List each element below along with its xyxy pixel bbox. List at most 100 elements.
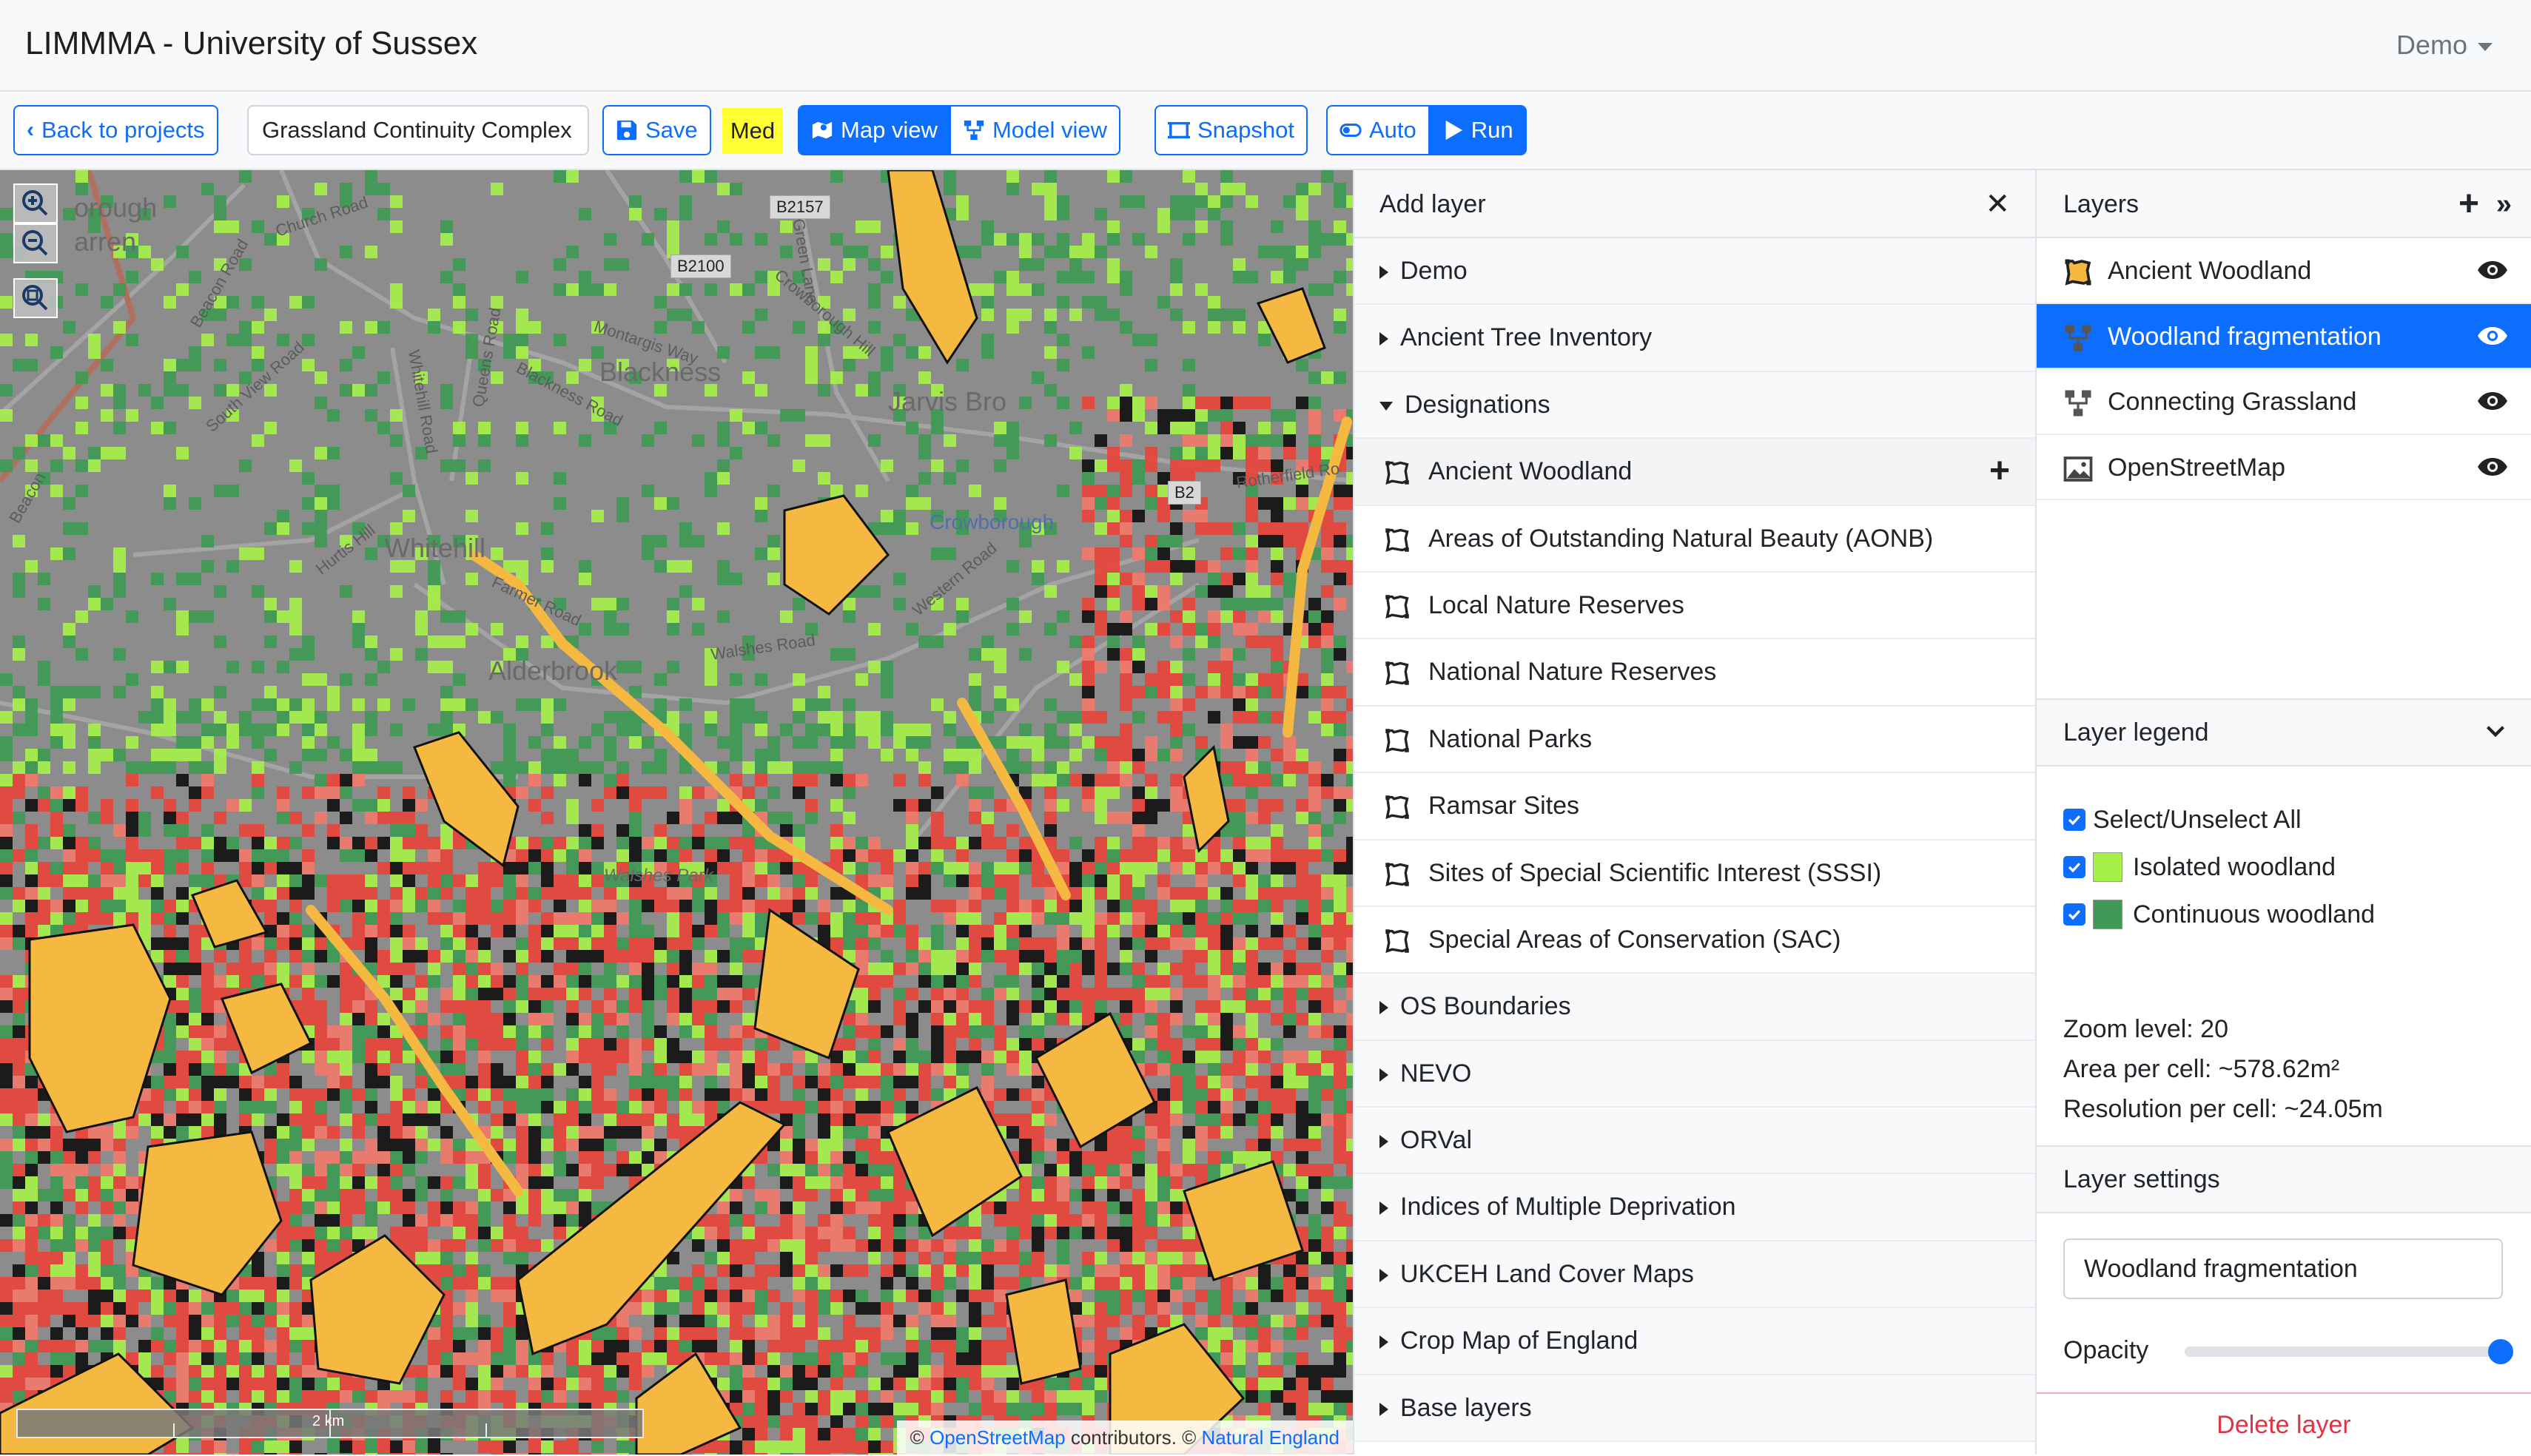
scale-bar: 2 km	[16, 1409, 644, 1438]
layer-group-imd[interactable]: Indices of Multiple Deprivation	[1354, 1174, 2035, 1241]
opacity-slider-track[interactable]	[2185, 1347, 2503, 1357]
model-view-button[interactable]: Model view	[950, 105, 1120, 155]
layer-item-ancient-woodland[interactable]: Ancient Woodland	[2037, 238, 2531, 304]
layer-group-orval[interactable]: ORVal	[1354, 1108, 2035, 1175]
layer-name-input[interactable]	[2063, 1238, 2503, 1299]
group-label: Designations	[1405, 390, 1550, 419]
checkbox-checked-icon[interactable]	[2063, 809, 2085, 831]
designation-item[interactable]: Ramsar Sites	[1354, 773, 2035, 840]
group-label: OS Boundaries	[1400, 992, 1571, 1021]
designation-item[interactable]: Local Nature Reserves	[1354, 572, 2035, 640]
caret-right-icon	[1379, 1001, 1388, 1015]
zoom-in-button[interactable]	[13, 183, 58, 223]
attribution-text: contributors. ©	[1065, 1426, 1202, 1449]
zoom-to-extent-button[interactable]	[13, 278, 58, 318]
legend-item-isolated[interactable]: Isolated woodland	[2063, 843, 2375, 891]
designation-item[interactable]: National Parks	[1354, 706, 2035, 774]
caret-down-icon	[1379, 401, 1393, 411]
designation-item[interactable]: Sites of Special Scientific Interest (SS…	[1354, 840, 2035, 907]
layer-group-crop-map[interactable]: Crop Map of England	[1354, 1308, 2035, 1375]
legend-label: Isolated woodland	[2133, 853, 2336, 881]
map-view-button[interactable]: Map view	[798, 105, 951, 155]
delete-layer-button[interactable]: Delete layer	[2037, 1392, 2531, 1455]
legend-list: Select/Unselect All Isolated woodland Co…	[2063, 796, 2375, 938]
eye-icon[interactable]	[2476, 456, 2509, 478]
place-label: Blackness	[599, 357, 722, 387]
road-number-label: B2	[1168, 481, 1201, 505]
group-label: Crop Map of England	[1400, 1327, 1638, 1355]
designation-item[interactable]: Areas of Outstanding Natural Beauty (AON…	[1354, 505, 2035, 573]
place-label: Walshes Park	[604, 866, 713, 886]
project-toolbar: ‹ Back to projects Save Med Map view Mod…	[0, 92, 2531, 170]
crop-icon	[1168, 121, 1190, 139]
run-group: Auto Run	[1326, 105, 1527, 155]
checkbox-checked-icon[interactable]	[2063, 903, 2085, 926]
add-icon[interactable]: +	[1989, 439, 2010, 504]
map-icon	[812, 121, 833, 139]
layer-group-os-boundaries[interactable]: OS Boundaries	[1354, 974, 2035, 1041]
place-label: Whitehill	[385, 533, 486, 563]
opacity-slider-thumb[interactable]	[2488, 1339, 2513, 1364]
save-button[interactable]: Save	[602, 105, 711, 155]
layer-item-openstreetmap[interactable]: OpenStreetMap	[2037, 435, 2531, 500]
polygon-icon	[1385, 795, 1409, 820]
add-layer-icon[interactable]: +	[2458, 170, 2479, 238]
chevron-left-icon: ‹	[27, 118, 34, 142]
legend-title: Layer legend	[2063, 718, 2209, 746]
layer-item-connecting-grassland[interactable]: Connecting Grassland	[2037, 369, 2531, 435]
group-label: Demo	[1400, 257, 1468, 285]
area-per-cell-text: Area per cell: ~578.62m²	[2063, 1055, 2340, 1083]
layers-title: Layers	[2063, 190, 2140, 218]
layer-group-demo[interactable]: Demo	[1354, 238, 2035, 306]
top-navbar: LIMMMA - University of Sussex Demo	[0, 0, 2531, 92]
group-label: Base layers	[1400, 1393, 1532, 1422]
natural-england-link[interactable]: Natural England	[1202, 1426, 1340, 1449]
floppy-disk-icon	[616, 120, 637, 141]
layer-group-designations[interactable]: Designations	[1354, 371, 2035, 439]
caret-right-icon	[1379, 1201, 1388, 1216]
layer-group-nevo[interactable]: NEVO	[1354, 1040, 2035, 1108]
auto-toggle-button[interactable]: Auto	[1326, 105, 1430, 155]
back-to-projects-button[interactable]: ‹ Back to projects	[13, 105, 218, 155]
eye-icon[interactable]	[2476, 325, 2509, 347]
layer-group-base-layers[interactable]: Base layers	[1354, 1375, 2035, 1443]
layer-group-ancient-tree-inventory[interactable]: Ancient Tree Inventory	[1354, 305, 2035, 372]
attribution-text: ©	[910, 1426, 930, 1449]
user-menu-label: Demo	[2396, 30, 2467, 60]
run-label: Run	[1470, 117, 1513, 143]
designation-item[interactable]: Special Areas of Conservation (SAC)	[1354, 906, 2035, 974]
resolution-text: Resolution per cell: ~24.05m	[2063, 1095, 2383, 1123]
zoom-out-icon	[22, 230, 48, 256]
polygon-icon	[2065, 259, 2091, 286]
run-button[interactable]: Run	[1429, 105, 1527, 155]
snapshot-button[interactable]: Snapshot	[1154, 105, 1308, 155]
collapse-panel-icon[interactable]: »	[2496, 170, 2512, 238]
quality-badge[interactable]: Med	[722, 108, 783, 154]
road-number-label: B2157	[770, 195, 830, 219]
add-layer-title: Add layer	[1379, 190, 1486, 218]
layer-group-ukceh[interactable]: UKCEH Land Cover Maps	[1354, 1241, 2035, 1309]
legend-item-continuous[interactable]: Continuous woodland	[2063, 891, 2375, 938]
designation-item[interactable]: National Nature Reserves	[1354, 639, 2035, 707]
place-label: Crowborough	[930, 510, 1055, 533]
user-menu[interactable]: Demo	[2396, 30, 2493, 61]
eye-icon[interactable]	[2476, 259, 2509, 281]
zoom-out-button[interactable]	[13, 223, 58, 263]
layer-legend-header[interactable]: Layer legend	[2037, 698, 2531, 766]
place-label: Alderbrook	[488, 655, 618, 686]
play-icon	[1445, 120, 1462, 141]
designation-label: Ramsar Sites	[1428, 792, 1580, 820]
close-icon[interactable]: ✕	[1985, 170, 2010, 238]
osm-link[interactable]: OpenStreetMap	[930, 1426, 1066, 1449]
map-canvas[interactable]: orough arren Blackness Jarvis Bro Whiteh…	[0, 170, 1353, 1455]
legend-label: Continuous woodland	[2133, 900, 2376, 928]
project-name-input[interactable]	[247, 105, 589, 155]
checkbox-checked-icon[interactable]	[2063, 856, 2085, 878]
legend-select-all[interactable]: Select/Unselect All	[2063, 796, 2375, 843]
layer-item-woodland-fragmentation[interactable]: Woodland fragmentation	[2037, 303, 2531, 369]
eye-icon[interactable]	[2476, 390, 2509, 412]
layer-label: Ancient Woodland	[2108, 257, 2312, 285]
app-title[interactable]: LIMMMA - University of Sussex	[25, 25, 477, 62]
designation-item[interactable]: Ancient Woodland +	[1354, 439, 2035, 506]
layer-settings-title: Layer settings	[2063, 1165, 2220, 1193]
